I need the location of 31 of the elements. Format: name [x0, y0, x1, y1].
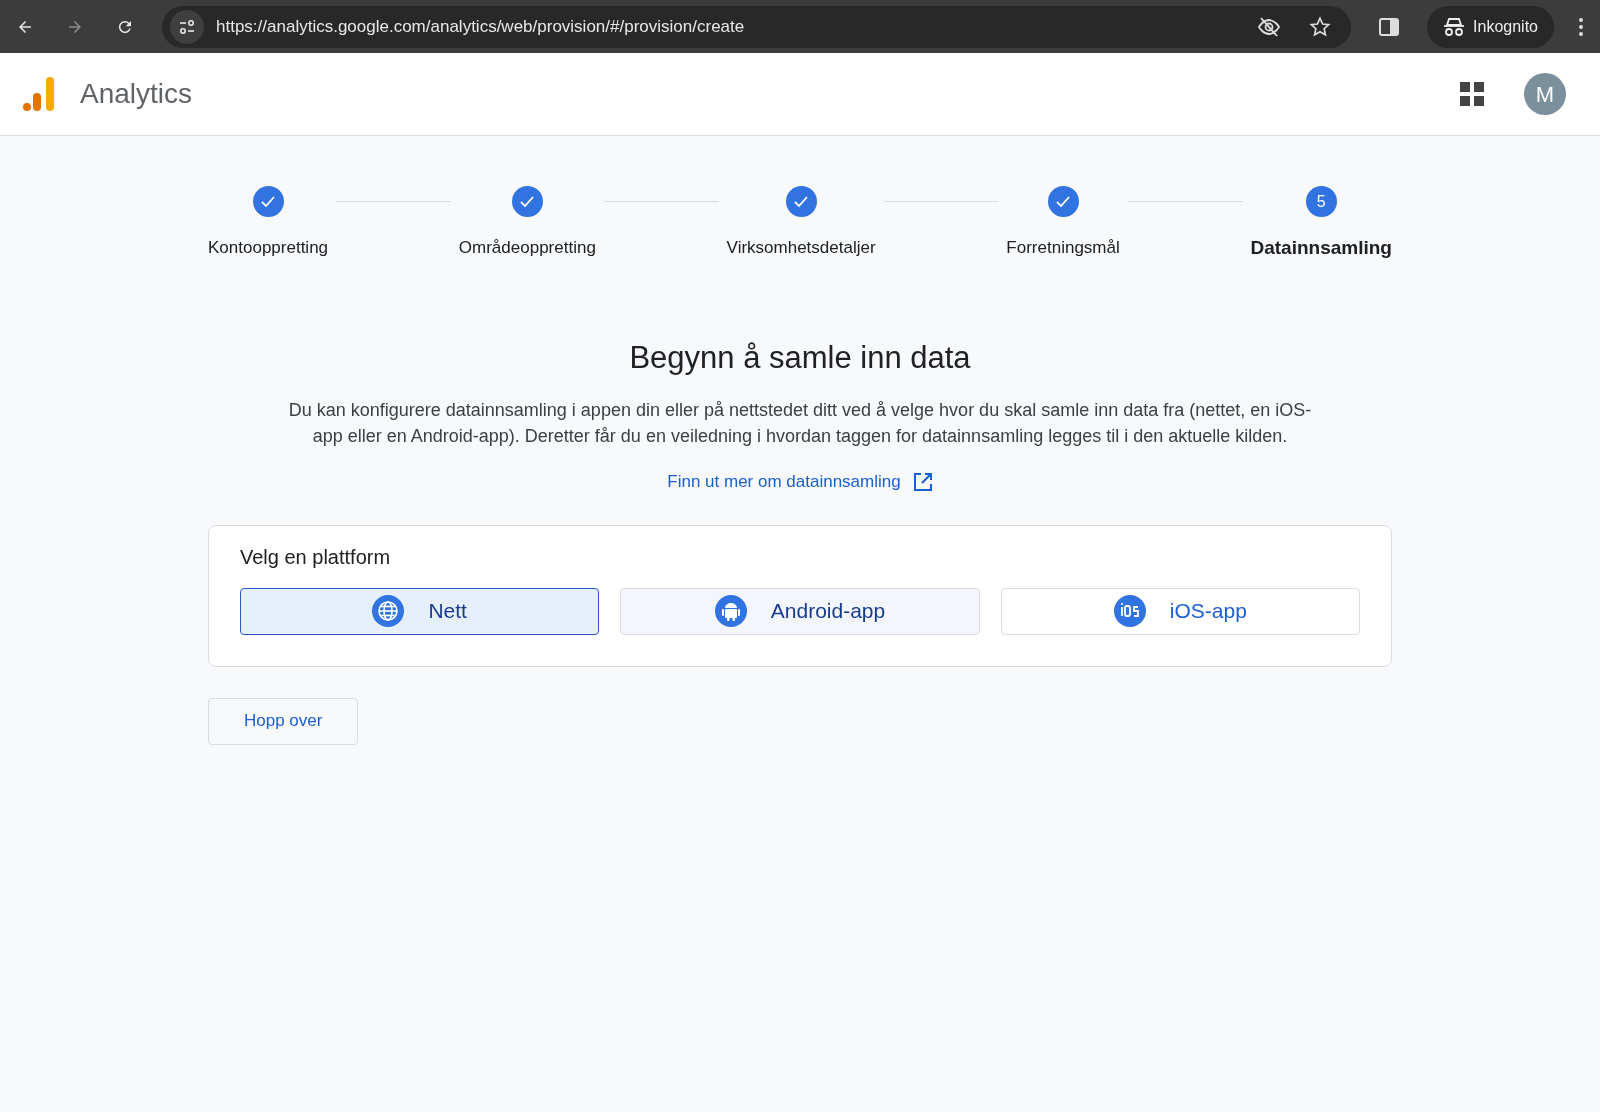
- learn-more-link[interactable]: Finn ut mer om datainnsamling: [667, 469, 933, 495]
- site-settings-icon[interactable]: [170, 9, 204, 44]
- step-label: Forretningsmål: [1006, 237, 1120, 259]
- platform-option[interactable]: Android-app: [620, 587, 980, 635]
- more-menu-icon[interactable]: [1578, 16, 1584, 37]
- android-robot-icon: [714, 595, 747, 627]
- eye-slash-icon[interactable]: [1257, 15, 1282, 38]
- url-text: https://analytics.google.com/analytics/web/provision/#/provision/create: [216, 15, 746, 38]
- incognito-icon: [1443, 16, 1466, 37]
- profile-label: Inkognito: [1473, 16, 1538, 37]
- app-title: Analytics: [80, 77, 193, 111]
- skip-button[interactable]: Hopp over: [208, 697, 359, 745]
- platform-option[interactable]: iOS-app: [1000, 587, 1360, 635]
- globe-icon: [372, 595, 405, 627]
- external-link-icon: [912, 471, 933, 492]
- star-icon[interactable]: [1309, 15, 1332, 38]
- analytics-logo-icon: [22, 76, 56, 112]
- card-title: Velg en plattform: [240, 544, 392, 570]
- description-text: Du kan konfigurere datainnsamling i appen din eller på nettstedet ditt ved å velge hvor du skal samle inn data fra (nettet, en iOS-app eller en Android-app). Deretter får du en veiledning i hvordan taggen for datainnsamling legges til i den aktuelle kilden.: [287, 399, 1313, 448]
- incognito-chip[interactable]: Inkognito: [1427, 5, 1554, 48]
- platform-option[interactable]: Nett: [240, 587, 600, 635]
- step-number: 5: [1305, 186, 1337, 217]
- ios-icon: [1113, 595, 1146, 627]
- address-bar[interactable]: https://analytics.google.com/analytics/web/provision/#/provision/create: [162, 5, 1352, 48]
- apps-grid-icon[interactable]: [1460, 82, 1484, 106]
- step-label: Datainnsamling: [1250, 236, 1392, 260]
- step-label: Kontooppretting: [208, 237, 329, 259]
- page-heading: Begynn å samle inn data: [628, 338, 972, 377]
- step-label: Områdeoppretting: [458, 237, 596, 259]
- side-panel-icon[interactable]: [1379, 16, 1400, 37]
- step-label: Virksomhetsdetaljer: [726, 237, 876, 259]
